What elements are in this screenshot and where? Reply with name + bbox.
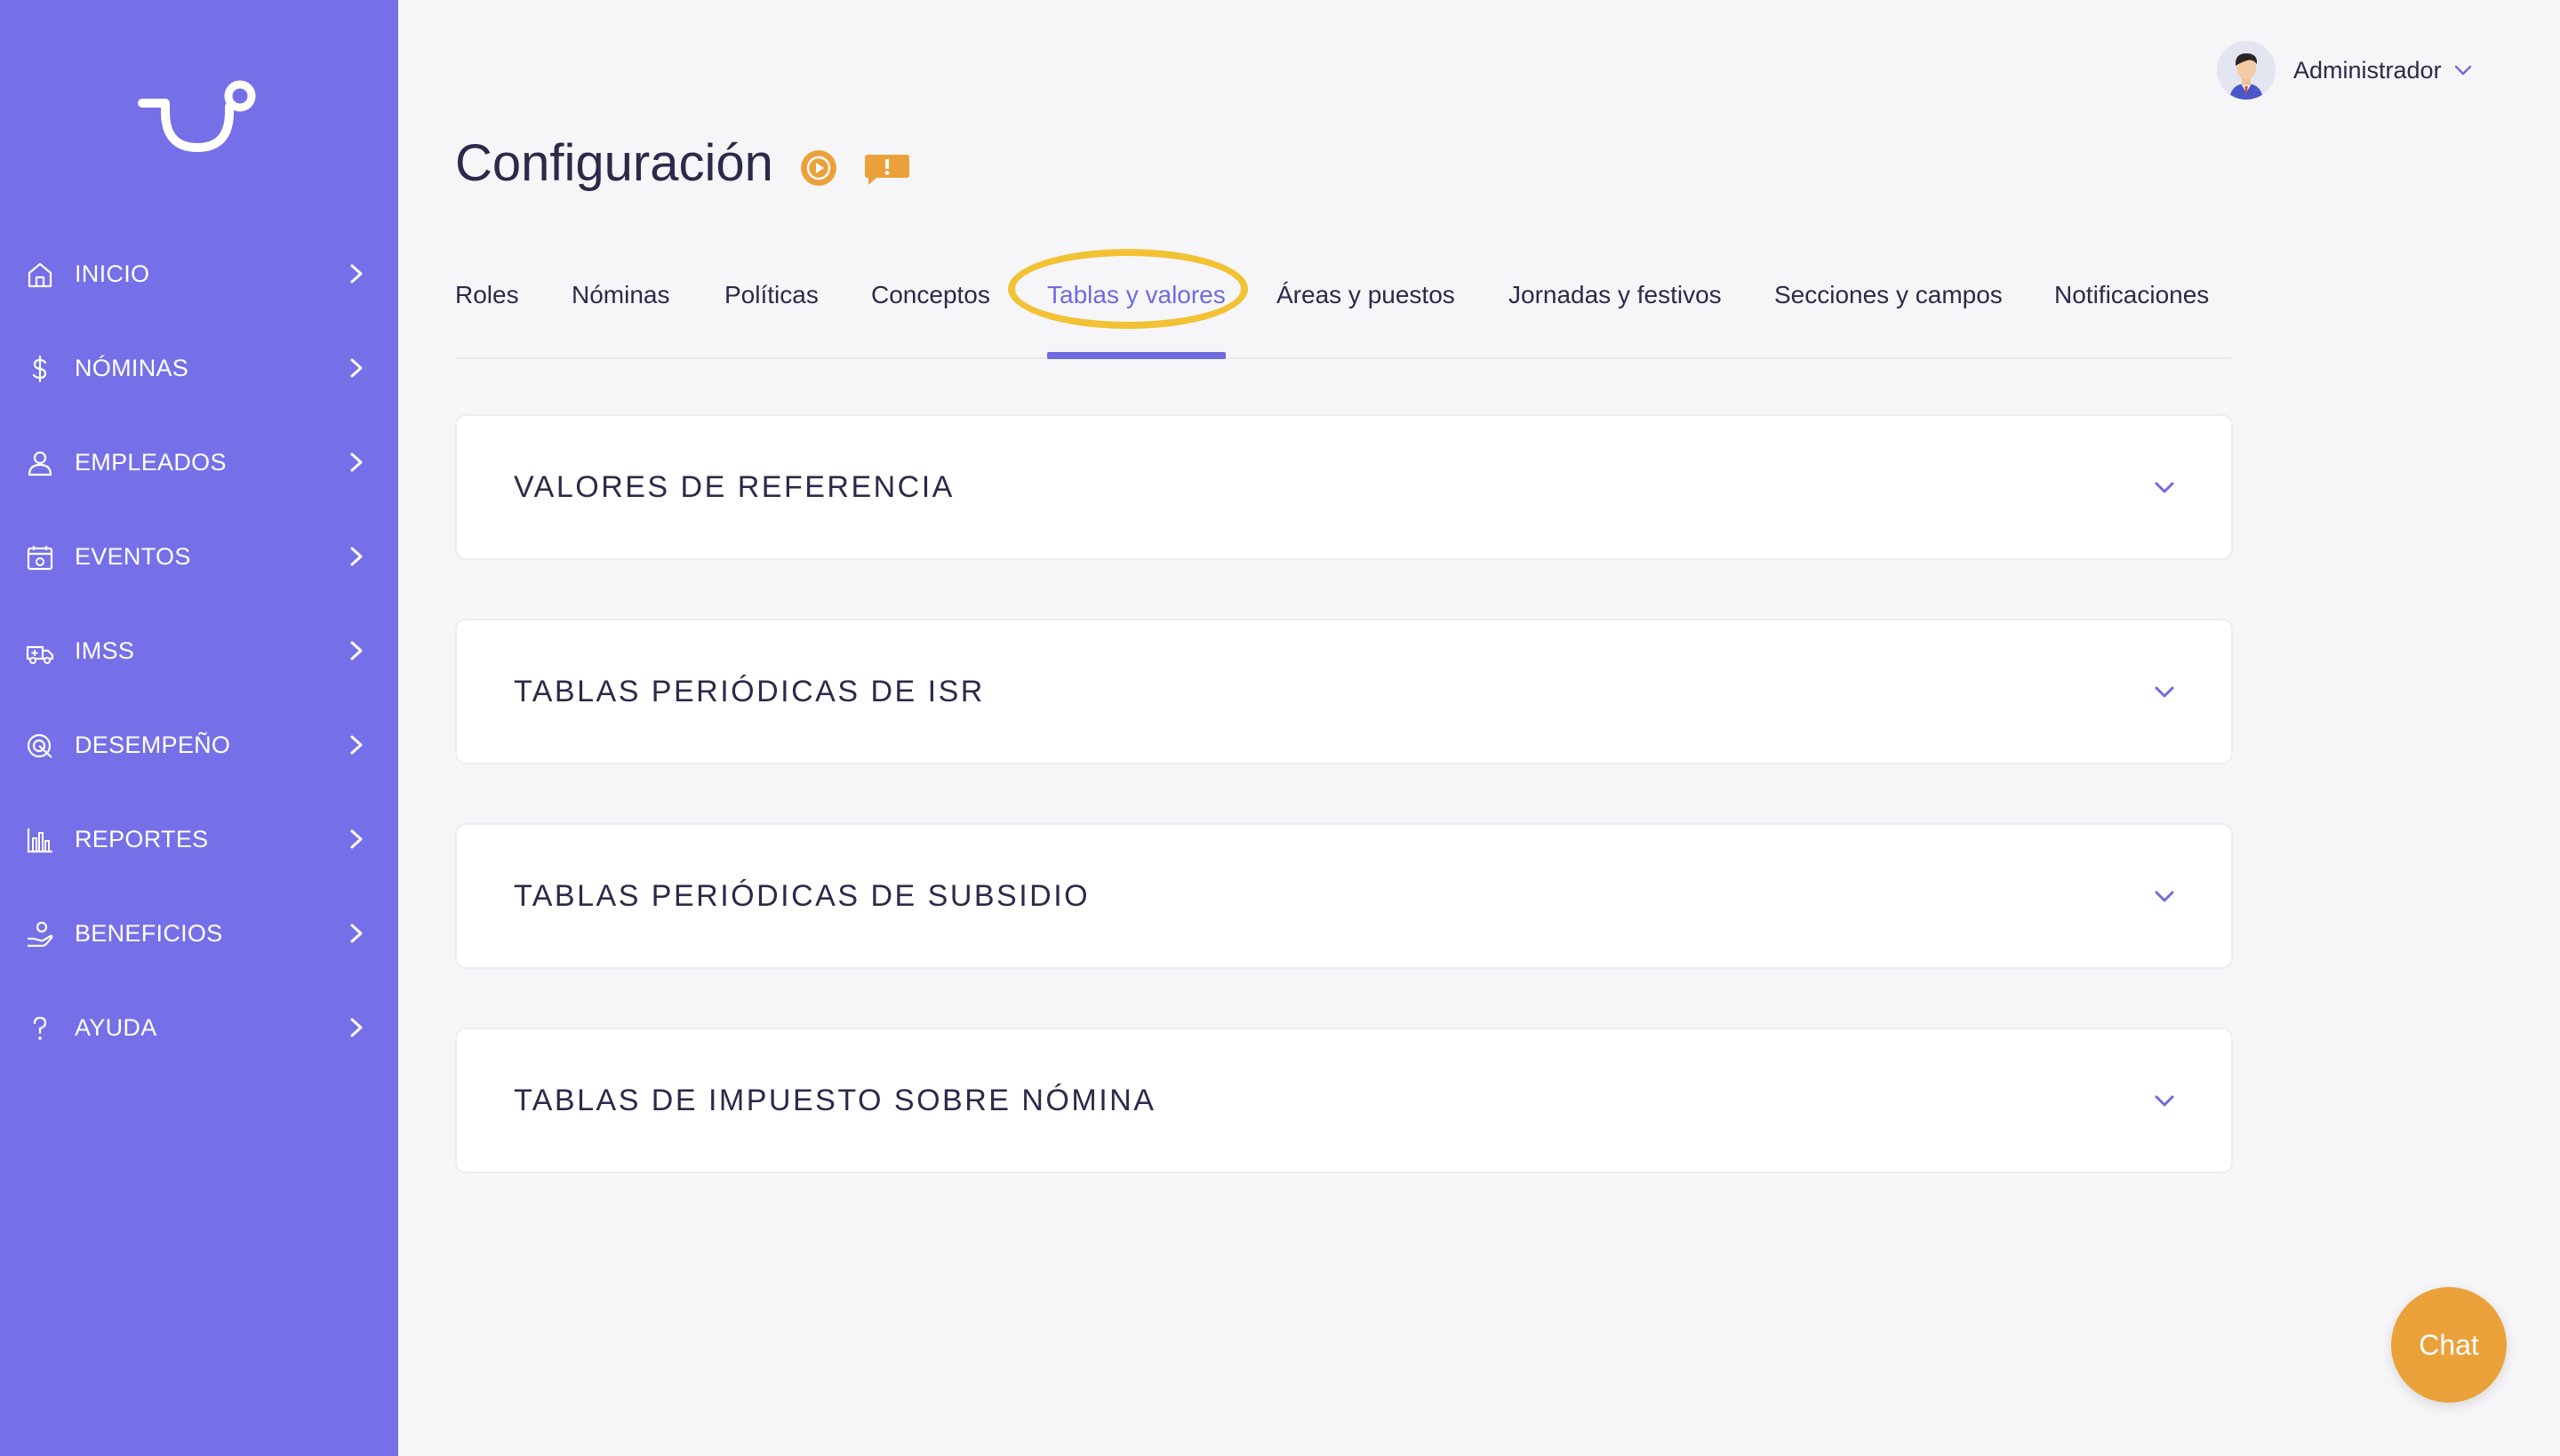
alert-message-icon[interactable] [864, 153, 910, 187]
tab-roles[interactable]: Roles [455, 267, 519, 357]
tab-nominas[interactable]: Nóminas [572, 267, 669, 357]
play-video-icon[interactable] [800, 149, 837, 187]
chevron-down-icon [2155, 686, 2174, 698]
tab-jornadas-y-festivos[interactable]: Jornadas y festivos [1508, 267, 1722, 357]
sidebar-item-reportes[interactable]: REPORTES [0, 811, 398, 868]
chevron-right-icon [350, 358, 363, 378]
sidebar-item-label: NÓMINAS [75, 354, 189, 381]
sidebar-item-label: AYUDA [75, 1013, 157, 1041]
user-icon [28, 451, 52, 476]
calendar-icon [27, 546, 53, 571]
ambulance-icon [26, 645, 54, 664]
accordion-impuesto-sobre-nomina[interactable]: TABLAS DE IMPUESTO SOBRE NÓMINA [455, 1028, 2233, 1173]
chevron-down-icon [2454, 65, 2471, 76]
chevron-right-icon [350, 452, 363, 472]
chevron-right-icon [350, 264, 363, 284]
sidebar-item-empleados[interactable]: EMPLEADOS [0, 434, 398, 491]
question-icon [33, 1016, 47, 1040]
tab-secciones-y-campos[interactable]: Secciones y campos [1774, 267, 2003, 357]
chevron-down-icon [2155, 1095, 2174, 1107]
sidebar: INICIO NÓMINAS EMPLEADOS EVENTOS IMSS DE… [0, 0, 398, 1456]
accordion-valores-de-referencia[interactable]: VALORES DE REFERENCIA [455, 414, 2233, 560]
sidebar-item-ayuda[interactable]: AYUDA [0, 999, 398, 1056]
chevron-right-icon [350, 829, 363, 849]
accordion-tablas-periodicas-isr[interactable]: TABLAS PERIÓDICAS DE ISR [455, 619, 2233, 764]
bar-chart-icon [27, 828, 52, 853]
sidebar-item-nominas[interactable]: NÓMINAS [0, 340, 398, 396]
hand-coin-icon [28, 921, 53, 948]
tab-notificaciones[interactable]: Notificaciones [2054, 267, 2209, 357]
sidebar-item-label: DESEMPEÑO [75, 731, 231, 758]
panel-title: TABLAS PERIÓDICAS DE SUBSIDIO [514, 879, 1091, 913]
home-icon [28, 262, 52, 288]
sidebar-item-beneficios[interactable]: BENEFICIOS [0, 905, 398, 962]
chevron-right-icon [350, 641, 363, 660]
tab-areas-y-puestos[interactable]: Áreas y puestos [1276, 267, 1455, 357]
panel-title: TABLAS DE IMPUESTO SOBRE NÓMINA [514, 1084, 1156, 1117]
chevron-down-icon [2155, 482, 2174, 493]
sidebar-item-label: IMSS [75, 636, 135, 664]
tab-conceptos[interactable]: Conceptos [871, 267, 990, 357]
panel-title: TABLAS PERIÓDICAS DE ISR [514, 675, 985, 708]
sidebar-item-label: EMPLEADOS [75, 448, 227, 476]
sidebar-item-label: EVENTOS [75, 542, 191, 570]
accordion-tablas-periodicas-subsidio[interactable]: TABLAS PERIÓDICAS DE SUBSIDIO [455, 823, 2233, 969]
sidebar-item-desempeno[interactable]: DESEMPEÑO [0, 716, 398, 773]
avatar-icon [2217, 41, 2276, 100]
tab-bar: Roles Nóminas Políticas Conceptos Tablas… [455, 267, 2231, 359]
sidebar-item-label: BENEFICIOS [75, 919, 223, 947]
chevron-right-icon [350, 1018, 363, 1037]
target-icon [27, 733, 52, 758]
page-title: Configuración [455, 134, 773, 192]
chevron-down-icon [2155, 891, 2174, 902]
chat-button[interactable]: Chat [2391, 1287, 2507, 1403]
sidebar-item-label: REPORTES [75, 825, 209, 852]
dollar-icon [32, 355, 47, 383]
chevron-right-icon [350, 735, 363, 755]
sidebar-item-inicio[interactable]: INICIO [0, 245, 398, 302]
user-menu[interactable]: Administrador [2217, 41, 2484, 100]
sidebar-item-label: INICIO [75, 260, 150, 287]
tab-politicas[interactable]: Políticas [724, 267, 819, 357]
user-name: Administrador [2293, 56, 2442, 84]
tab-tablas-y-valores[interactable]: Tablas y valores [1047, 267, 1226, 359]
logo-icon[interactable] [135, 76, 260, 165]
chevron-right-icon [350, 924, 363, 943]
avatar [2217, 41, 2276, 100]
chevron-right-icon [350, 547, 363, 566]
sidebar-item-imss[interactable]: IMSS [0, 622, 398, 679]
panel-title: VALORES DE REFERENCIA [514, 470, 955, 504]
sidebar-item-eventos[interactable]: EVENTOS [0, 528, 398, 585]
